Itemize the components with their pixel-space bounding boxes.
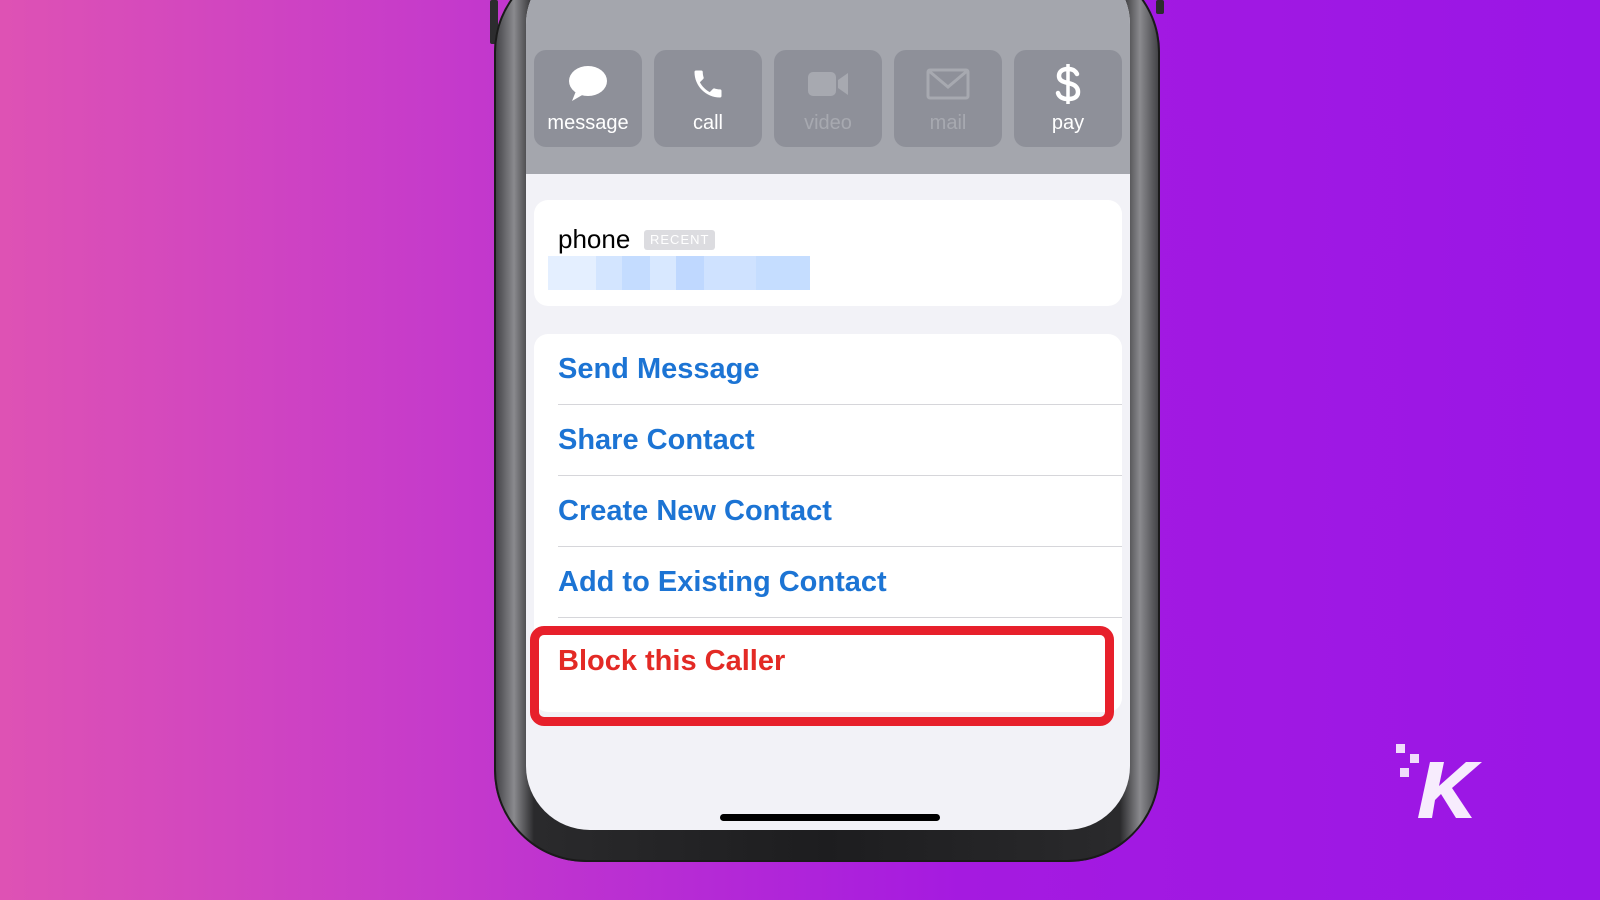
recent-badge: RECENT	[644, 230, 716, 250]
speech-bubble-icon	[534, 62, 642, 106]
dollar-icon	[1014, 62, 1122, 106]
call-action-label: call	[692, 112, 723, 134]
message-action-label: message	[547, 112, 629, 134]
phone-icon	[654, 62, 762, 106]
block-caller-highlight	[530, 626, 1114, 726]
message-action-button[interactable]: message	[534, 50, 642, 147]
pay-action-label: pay	[1051, 112, 1085, 134]
phone-label: phone	[558, 224, 631, 254]
add-to-existing-contact-item[interactable]: Add to Existing Contact	[558, 547, 1122, 617]
mail-action-button[interactable]: mail	[894, 50, 1002, 147]
phone-number-card[interactable]: phone RECENT	[534, 200, 1122, 306]
share-contact-item[interactable]: Share Contact	[558, 405, 1122, 475]
contact-header: message call video mail pay	[526, 0, 1130, 174]
create-new-contact-item[interactable]: Create New Contact	[558, 476, 1122, 546]
call-action-button[interactable]: call	[654, 50, 762, 147]
video-camera-icon	[774, 62, 882, 106]
brand-logo-icon	[1396, 744, 1486, 824]
menu-divider	[558, 617, 1122, 618]
video-action-button[interactable]: video	[774, 50, 882, 147]
envelope-icon	[894, 62, 1002, 106]
home-indicator[interactable]	[720, 814, 940, 821]
phone-power-button	[1156, 0, 1164, 14]
send-message-item[interactable]: Send Message	[558, 334, 1122, 404]
mail-action-label: mail	[929, 112, 967, 134]
pay-action-button[interactable]: pay	[1014, 50, 1122, 147]
video-action-label: video	[804, 112, 852, 134]
